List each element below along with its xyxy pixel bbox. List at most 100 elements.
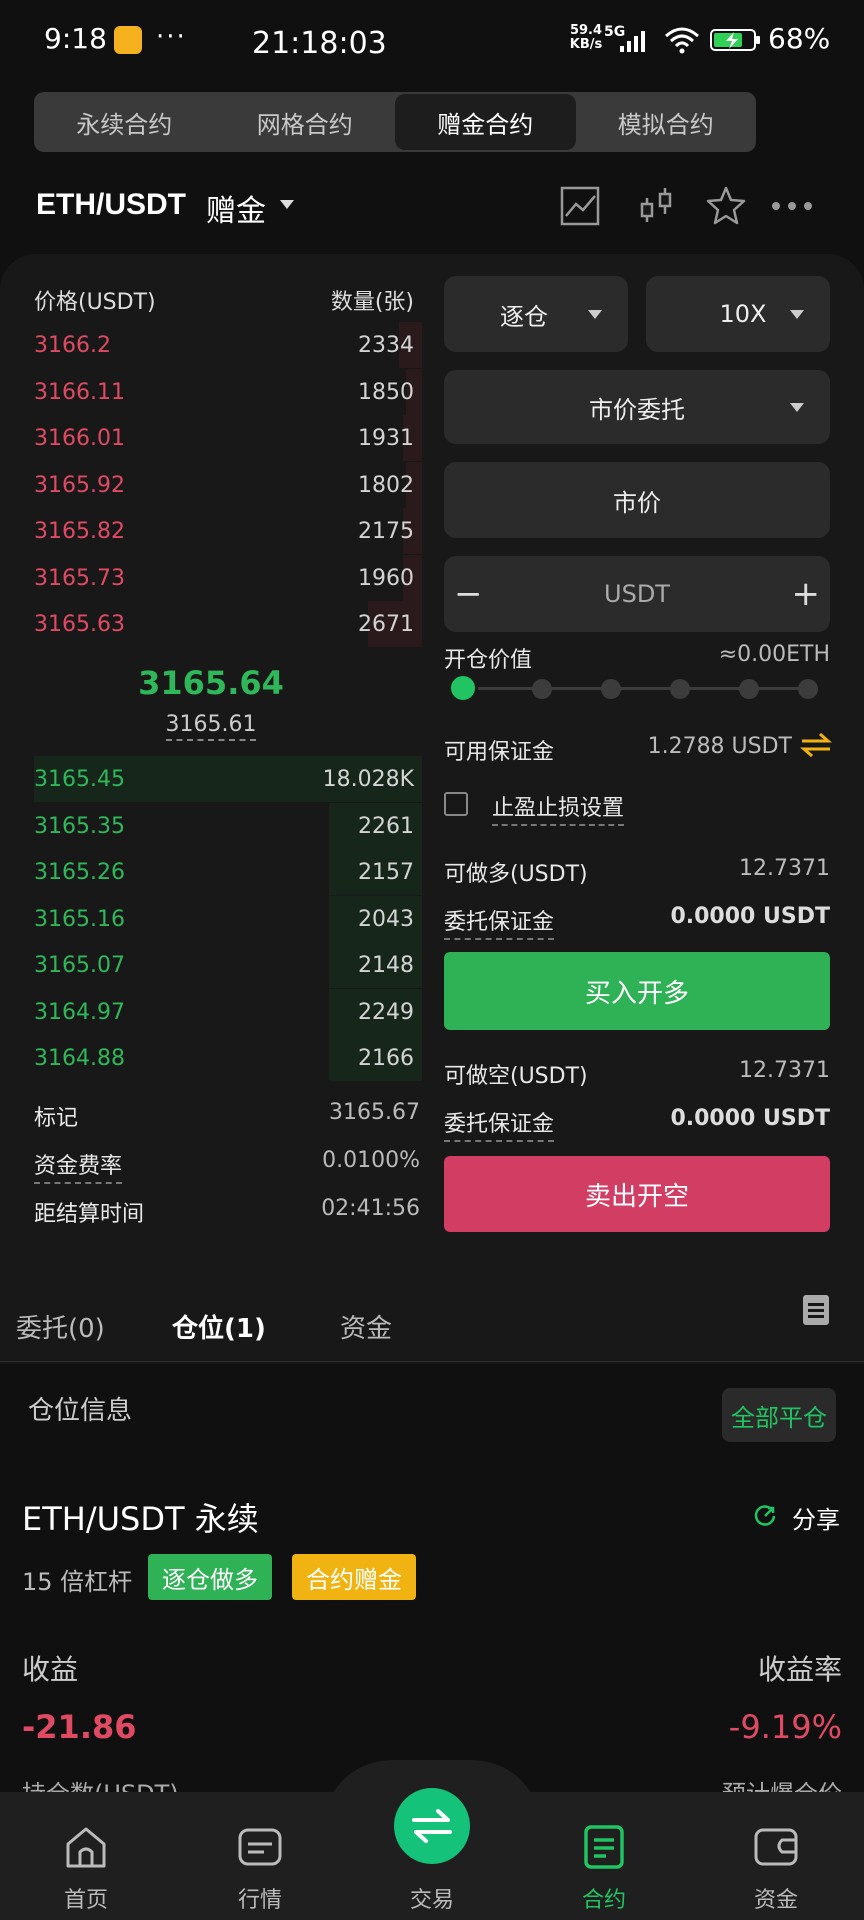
signal-icon: [620, 31, 645, 52]
bid-price: 3165.45: [34, 767, 125, 792]
long-margin-value: 0.0000 USDT: [670, 904, 830, 929]
short-margin-label[interactable]: 委托保证金: [444, 1106, 555, 1142]
bid-row[interactable]: 3164.97 2249: [34, 988, 422, 1035]
ask-row[interactable]: 3166.11 1850: [34, 368, 422, 415]
qty-column-header: 数量(张): [330, 290, 414, 315]
more-icon[interactable]: [770, 184, 814, 228]
wallet-icon[interactable]: [752, 1824, 800, 1870]
long-margin-label[interactable]: 委托保证金: [444, 904, 555, 940]
ask-price: 3165.92: [34, 472, 125, 498]
share-icon[interactable]: [752, 1503, 778, 1529]
short-margin-value: 0.0000 USDT: [670, 1106, 830, 1131]
nav-home[interactable]: 首页: [26, 1882, 146, 1914]
position-tabs: 委托(0) 仓位(1) 资金: [0, 1286, 864, 1362]
tab-positions[interactable]: 仓位(1): [172, 1308, 266, 1345]
last-price[interactable]: 3165.64: [34, 664, 388, 702]
nav-market[interactable]: 行情: [200, 1882, 320, 1914]
nav-contract[interactable]: 合约: [544, 1882, 664, 1914]
price-field-value: 市价: [613, 488, 661, 517]
bid-row[interactable]: 3165.07 2148: [34, 942, 422, 988]
bid-row[interactable]: 3165.16 2043: [34, 895, 422, 942]
ask-row[interactable]: 3165.82 2175: [34, 508, 422, 554]
funding-label[interactable]: 资金费率: [34, 1148, 123, 1184]
wifi-icon: [665, 27, 699, 54]
net-speed: 59.4 KB/s: [569, 23, 603, 52]
available-margin-label: 可用保证金: [444, 740, 555, 765]
settle-value: 02:41:56: [321, 1196, 420, 1221]
ask-qty: 2334: [358, 333, 414, 358]
slider-step-50[interactable]: [601, 679, 621, 699]
nav-funds[interactable]: 资金: [716, 1882, 836, 1914]
trade-button[interactable]: [394, 1788, 470, 1864]
ask-price: 3165.82: [34, 519, 125, 544]
ask-qty: 1931: [358, 426, 414, 451]
decrease-button[interactable]: −: [454, 574, 483, 614]
candlestick-icon[interactable]: [634, 184, 678, 228]
short-max-label: 可做空(USDT): [444, 1064, 588, 1089]
leverage-value: 10X: [719, 300, 767, 328]
bid-row[interactable]: 3165.35 2261: [34, 802, 422, 849]
short-max-value: 12.7371: [739, 1058, 830, 1083]
ask-row[interactable]: 3166.2 2334: [34, 322, 422, 368]
price-column-header: 价格(USDT): [34, 290, 156, 315]
tab-orders[interactable]: 委托(0): [16, 1308, 105, 1345]
position-mode-tag: 逐仓做多: [148, 1554, 272, 1600]
home-icon[interactable]: [62, 1824, 110, 1870]
order-type-select[interactable]: 市价委托: [444, 370, 830, 444]
bid-price: 3164.97: [34, 999, 125, 1025]
nav-trade[interactable]: 交易: [372, 1882, 492, 1914]
open-value: ≈0.00ETH: [718, 642, 830, 667]
ask-price: 3166.01: [34, 426, 125, 451]
bid-price: 3165.07: [34, 953, 125, 978]
bid-qty: 2261: [358, 813, 414, 839]
close-all-button[interactable]: 全部平仓: [722, 1388, 836, 1442]
sell-short-button[interactable]: 卖出开空: [444, 1156, 830, 1232]
bid-qty: 2043: [358, 906, 414, 932]
tab-bonus[interactable]: 赠金合约: [395, 94, 576, 150]
mark-price: 3165.61: [34, 712, 388, 741]
chevron-down-icon[interactable]: [280, 200, 294, 209]
market-icon[interactable]: [236, 1824, 284, 1870]
tab-perpetual[interactable]: 永续合约: [34, 92, 215, 152]
tab-grid[interactable]: 网格合约: [215, 92, 396, 152]
ask-row[interactable]: 3166.01 1931: [34, 415, 422, 461]
bid-row[interactable]: 3165.26 2157: [34, 849, 422, 895]
contract-icon[interactable]: [580, 1824, 628, 1870]
bid-qty: 2157: [358, 860, 414, 885]
star-icon[interactable]: [704, 184, 748, 228]
slider-step-100[interactable]: [798, 679, 818, 699]
position-pair[interactable]: ETH/USDT 永续: [22, 1494, 259, 1540]
leverage-select[interactable]: 10X: [646, 276, 830, 352]
slider-step-25[interactable]: [532, 679, 552, 699]
ask-row[interactable]: 3165.63 2671: [34, 601, 422, 647]
tpsl-label[interactable]: 止盈止损设置: [492, 790, 625, 826]
slider-step-75[interactable]: [670, 679, 690, 699]
price-field[interactable]: 市价: [444, 462, 830, 538]
ask-row[interactable]: 3165.73 1960: [34, 554, 422, 601]
long-max-value: 12.7371: [739, 856, 830, 881]
bid-row[interactable]: 3164.88 2166: [34, 1035, 422, 1081]
share-button[interactable]: 分享: [792, 1500, 840, 1535]
status-time: 9:18: [44, 22, 107, 55]
ask-price: 3166.2: [34, 333, 111, 358]
tab-funds[interactable]: 资金: [340, 1308, 392, 1345]
settle-label: 距结算时间: [34, 1202, 145, 1227]
pnl-rate-label: 收益率: [757, 1653, 842, 1686]
bid-row[interactable]: 3165.45 18.028K: [34, 756, 422, 802]
chart-icon[interactable]: [558, 184, 602, 228]
margin-mode-select[interactable]: 逐仓: [444, 276, 628, 352]
tpsl-checkbox[interactable]: [444, 792, 468, 816]
increase-button[interactable]: +: [792, 574, 821, 614]
amount-slider[interactable]: [448, 670, 818, 706]
ask-qty: 1850: [358, 379, 414, 405]
tab-demo[interactable]: 模拟合约: [576, 92, 757, 152]
document-icon[interactable]: [802, 1294, 830, 1326]
slider-thumb[interactable]: [448, 673, 478, 703]
amount-input[interactable]: − USDT +: [444, 556, 830, 632]
pair-name[interactable]: ETH/USDT: [36, 188, 186, 222]
buy-long-button[interactable]: 买入开多: [444, 952, 830, 1030]
slider-step-90[interactable]: [739, 679, 759, 699]
transfer-icon[interactable]: [800, 730, 832, 760]
ask-row[interactable]: 3165.92 1802: [34, 461, 422, 508]
pair-subtitle[interactable]: 赠金: [206, 186, 266, 230]
